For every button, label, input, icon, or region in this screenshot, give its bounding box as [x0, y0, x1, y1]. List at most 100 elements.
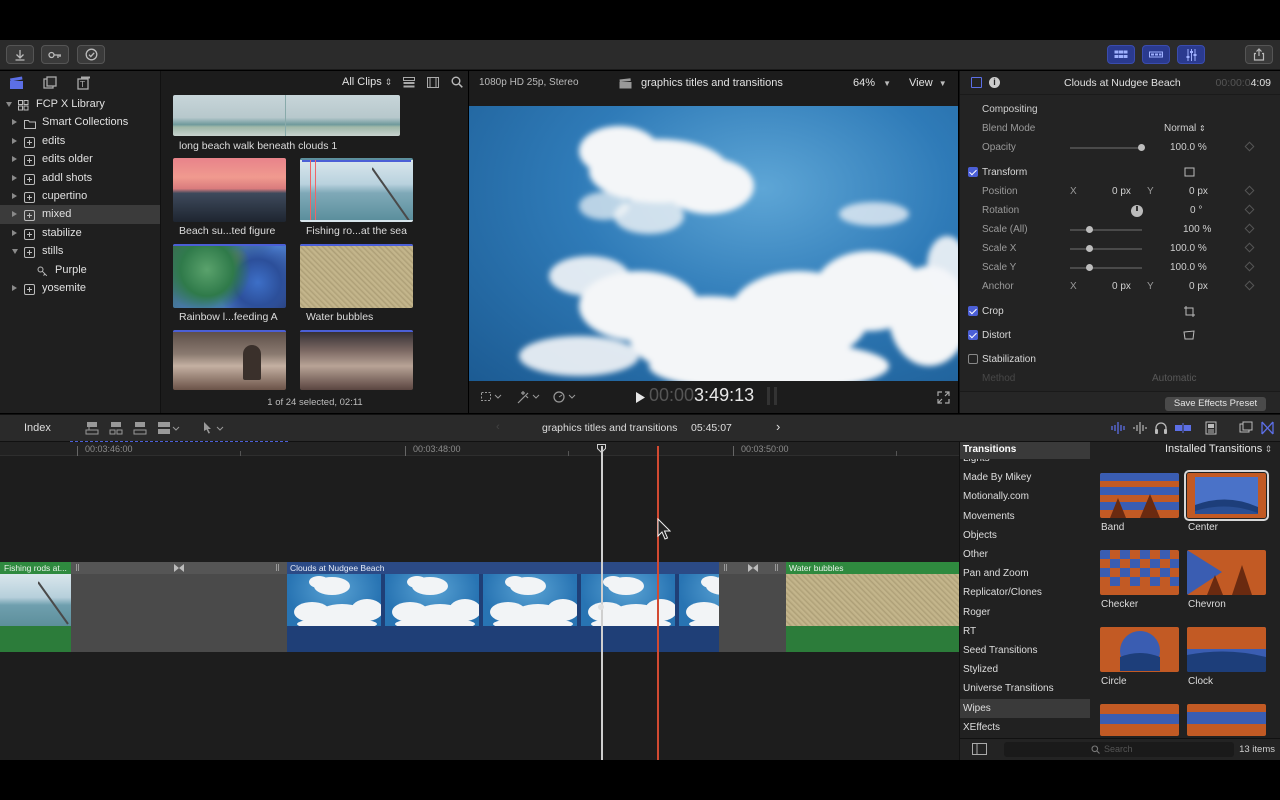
- disclosure-closed-icon[interactable]: [12, 174, 17, 181]
- headphones-icon[interactable]: [1154, 421, 1168, 435]
- disclosure-closed-icon[interactable]: [12, 211, 17, 218]
- transition-category-item[interactable]: Stylized: [960, 660, 1090, 679]
- distort-checkbox[interactable]: [968, 330, 978, 340]
- rotation-dial[interactable]: [1131, 205, 1143, 217]
- sidebar-item-purple[interactable]: Purple: [0, 261, 160, 279]
- transition-category-item[interactable]: XEffects: [960, 718, 1090, 736]
- select-tool-icon[interactable]: [202, 421, 226, 435]
- sidebar-item-stabilize[interactable]: stabilize: [0, 224, 160, 242]
- save-effects-preset-button[interactable]: Save Effects Preset: [1165, 397, 1266, 411]
- transition-thumbnail[interactable]: [1187, 704, 1266, 736]
- import-button[interactable]: [6, 45, 34, 64]
- position-x-value[interactable]: 0 px: [1112, 186, 1131, 197]
- keyframe-button[interactable]: [1244, 242, 1255, 253]
- transition-category-item[interactable]: Roger: [960, 603, 1090, 622]
- play-icon[interactable]: [636, 392, 645, 403]
- transition-thumbnail[interactable]: [1100, 627, 1179, 672]
- transition-thumbnail[interactable]: [1100, 704, 1179, 736]
- grip-handle[interactable]: [775, 564, 778, 571]
- scale-all-value[interactable]: 100 %: [1183, 224, 1211, 235]
- transition-icon[interactable]: [174, 564, 184, 572]
- sidebar-item-cupertino[interactable]: cupertino: [0, 187, 160, 205]
- sidebar-item-addl-shots[interactable]: addl shots: [0, 169, 160, 187]
- timeline-ruler[interactable]: 00:03:46:00 00:03:48:00 00:03:50:00: [0, 441, 959, 456]
- sidebar-item-stills[interactable]: stills: [0, 242, 160, 260]
- append-clip-icon[interactable]: [133, 421, 147, 435]
- slider-knob[interactable]: [1086, 226, 1093, 233]
- keyframe-button[interactable]: [1244, 223, 1255, 234]
- scale-y-value[interactable]: 100.0 %: [1170, 262, 1207, 273]
- skimming-icon[interactable]: [1110, 422, 1126, 434]
- keywords-button[interactable]: [41, 45, 69, 64]
- transition-thumbnail[interactable]: [1100, 473, 1179, 518]
- connect-clip-icon[interactable]: [85, 421, 99, 435]
- sidebar-item-edits[interactable]: edits: [0, 132, 160, 150]
- scale-all-slider[interactable]: [1070, 226, 1142, 233]
- transition-icon[interactable]: [748, 564, 758, 572]
- transition-category-item[interactable]: Universe Transitions: [960, 679, 1090, 698]
- slider-knob[interactable]: [1086, 245, 1093, 252]
- transition-thumbnail[interactable]: [1187, 627, 1266, 672]
- transition-thumbnail[interactable]: [1187, 550, 1266, 595]
- transition-category-item[interactable]: Other: [960, 545, 1090, 564]
- disclosure-closed-icon[interactable]: [12, 284, 17, 291]
- sidebar-item-yosemite[interactable]: yosemite: [0, 279, 160, 297]
- disclosure-closed-icon[interactable]: [12, 119, 17, 126]
- keyframe-button[interactable]: [1244, 185, 1255, 196]
- keyframe-button[interactable]: [1244, 204, 1255, 215]
- scale-y-slider[interactable]: [1070, 264, 1142, 271]
- search-icon[interactable]: [451, 76, 463, 88]
- grip-handle[interactable]: [724, 564, 727, 571]
- keyframe-button[interactable]: [1244, 280, 1255, 291]
- forward-arrow-icon[interactable]: ›: [776, 419, 780, 434]
- transitions-search-field[interactable]: Search: [1004, 742, 1234, 757]
- opacity-value[interactable]: 100.0 %: [1170, 142, 1207, 153]
- timeline-clip[interactable]: Water bubbles: [786, 562, 959, 652]
- position-y-value[interactable]: 0 px: [1189, 186, 1208, 197]
- effects-browser-icon[interactable]: [1239, 421, 1253, 435]
- slider-knob[interactable]: [1138, 144, 1145, 151]
- slider-knob[interactable]: [1086, 264, 1093, 271]
- transition-category-item[interactable]: Wipes: [960, 698, 1090, 718]
- transitions-browser-icon[interactable]: [1261, 421, 1274, 435]
- playhead-handle[interactable]: [597, 444, 606, 454]
- filmstrip-icon[interactable]: [427, 77, 439, 88]
- transition-category-item[interactable]: Motionally.com: [960, 487, 1090, 506]
- timecode-display[interactable]: 00:003:49:13: [649, 385, 754, 406]
- keyframe-button[interactable]: [1244, 141, 1255, 152]
- timeline-clip[interactable]: Fishing rods at...: [0, 562, 71, 652]
- transition-thumbnail-selected[interactable]: [1184, 470, 1269, 521]
- transition-category-item[interactable]: Movements: [960, 507, 1090, 526]
- transition-gap[interactable]: [71, 562, 287, 652]
- crop-checkbox[interactable]: [968, 306, 978, 316]
- transform-onscreen-icon[interactable]: [1184, 167, 1195, 177]
- installed-transitions-popup[interactable]: Installed Transitions ⇕: [1165, 443, 1272, 455]
- insert-clip-icon[interactable]: [109, 421, 123, 435]
- audio-skimming-icon[interactable]: [1132, 422, 1148, 434]
- titles-generators-icon[interactable]: T: [77, 76, 91, 90]
- info-icon[interactable]: i: [989, 77, 1000, 88]
- show-inspector-button[interactable]: [1177, 45, 1205, 64]
- show-browser-button[interactable]: [1107, 45, 1135, 64]
- keyframe-button[interactable]: [1244, 261, 1255, 272]
- grip-handle[interactable]: [276, 564, 279, 571]
- photos-audio-icon[interactable]: [43, 76, 57, 90]
- show-timeline-button[interactable]: [1142, 45, 1170, 64]
- transform-checkbox[interactable]: [968, 167, 978, 177]
- transition-category-item[interactable]: Pan and Zoom: [960, 564, 1090, 583]
- transition-category-item[interactable]: Made By Mikey: [960, 468, 1090, 487]
- clip-filter-popup[interactable]: All Clips ⇕: [342, 76, 392, 88]
- disclosure-closed-icon[interactable]: [12, 229, 17, 236]
- method-popup[interactable]: Automatic: [1152, 373, 1196, 384]
- enhancements-icon[interactable]: [517, 390, 541, 404]
- playhead[interactable]: [601, 446, 603, 760]
- opacity-slider[interactable]: [1070, 144, 1145, 151]
- view-menu[interactable]: View ▼: [909, 77, 947, 89]
- clip-appearance-icon[interactable]: [1205, 421, 1217, 435]
- transition-gap[interactable]: [719, 562, 786, 652]
- transition-category-item[interactable]: Lights: [960, 459, 1090, 468]
- scale-x-value[interactable]: 100.0 %: [1170, 243, 1207, 254]
- transition-thumbnail[interactable]: [1100, 550, 1179, 595]
- snapping-icon[interactable]: [1175, 423, 1191, 433]
- anchor-x-value[interactable]: 0 px: [1112, 281, 1131, 292]
